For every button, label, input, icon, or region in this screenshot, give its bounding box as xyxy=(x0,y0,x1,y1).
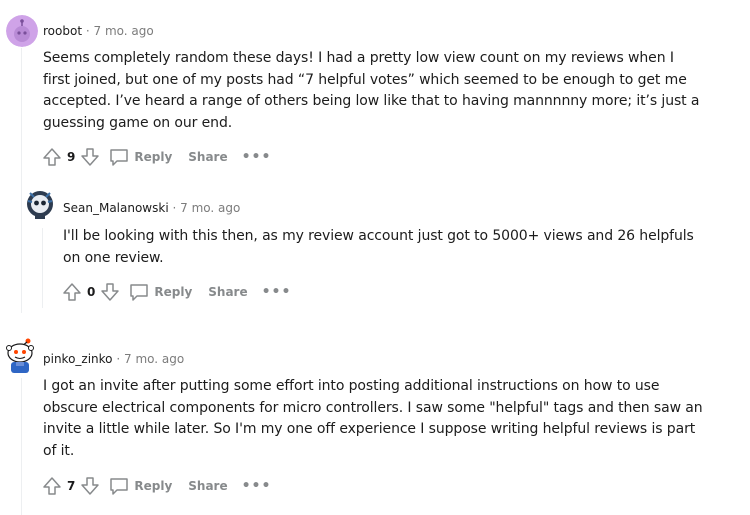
comment-bubble-icon xyxy=(130,284,149,301)
reply-button[interactable]: Reply xyxy=(108,476,172,496)
comment-meta: pinko_zinko · 7 mo. ago xyxy=(43,351,184,367)
reply-button[interactable]: Reply xyxy=(128,282,192,302)
comment-body: Seems completely random these days! I ha… xyxy=(43,50,700,131)
comment-bubble-icon xyxy=(110,149,129,166)
snoo-avatar-icon xyxy=(6,338,34,373)
more-options-button[interactable]: ••• xyxy=(242,478,272,494)
share-button[interactable]: Share xyxy=(208,285,247,299)
reply-button[interactable]: Reply xyxy=(108,147,172,167)
meta-separator: · xyxy=(85,24,90,38)
downvote-icon[interactable] xyxy=(98,280,122,304)
comment-body: I got an invite after putting some effor… xyxy=(43,378,703,459)
vote-count: 7 xyxy=(67,479,76,493)
downvote-icon[interactable] xyxy=(78,145,102,169)
comment-meta: roobot · 7 mo. ago xyxy=(43,23,154,39)
vote-count: 0 xyxy=(87,285,96,299)
username[interactable]: Sean_Malanowski xyxy=(63,201,169,215)
username[interactable]: roobot xyxy=(43,24,82,38)
robot-avatar-icon xyxy=(6,15,38,47)
comment-actions: 7 Reply Share ••• xyxy=(40,472,271,500)
comment-bubble-icon xyxy=(110,478,129,495)
snoo-avatar-icon xyxy=(27,191,53,219)
reply-label: Reply xyxy=(154,285,193,299)
avatar[interactable] xyxy=(24,187,56,221)
timestamp[interactable]: 7 mo. ago xyxy=(94,24,154,38)
upvote-icon[interactable] xyxy=(40,145,64,169)
comment-body: I'll be looking with this then, as my re… xyxy=(63,228,694,266)
vote-count: 9 xyxy=(67,150,76,164)
timestamp[interactable]: 7 mo. ago xyxy=(124,352,184,366)
upvote-icon[interactable] xyxy=(60,280,84,304)
reply-label: Reply xyxy=(134,479,173,493)
username[interactable]: pinko_zinko xyxy=(43,352,113,366)
comment-sean-malanowski: Sean_Malanowski · 7 mo. ago I'll be look… xyxy=(0,175,750,315)
timestamp[interactable]: 7 mo. ago xyxy=(180,201,240,215)
downvote-icon[interactable] xyxy=(78,474,102,498)
meta-separator: · xyxy=(172,201,177,215)
comment-actions: 9 Reply Share ••• xyxy=(40,143,271,171)
share-button[interactable]: Share xyxy=(188,150,227,164)
comment-roobot: roobot · 7 mo. ago Seems completely rand… xyxy=(0,0,750,175)
share-button[interactable]: Share xyxy=(188,479,227,493)
comment-meta: Sean_Malanowski · 7 mo. ago xyxy=(63,200,240,216)
avatar[interactable] xyxy=(6,15,38,47)
comment-pinko-zinko: pinko_zinko · 7 mo. ago I got an invite … xyxy=(0,330,750,515)
meta-separator: · xyxy=(116,352,121,366)
comment-actions: 0 Reply Share ••• xyxy=(60,278,291,306)
upvote-icon[interactable] xyxy=(40,474,64,498)
reply-label: Reply xyxy=(134,150,173,164)
avatar[interactable] xyxy=(4,336,36,374)
more-options-button[interactable]: ••• xyxy=(262,284,292,300)
more-options-button[interactable]: ••• xyxy=(242,149,272,165)
